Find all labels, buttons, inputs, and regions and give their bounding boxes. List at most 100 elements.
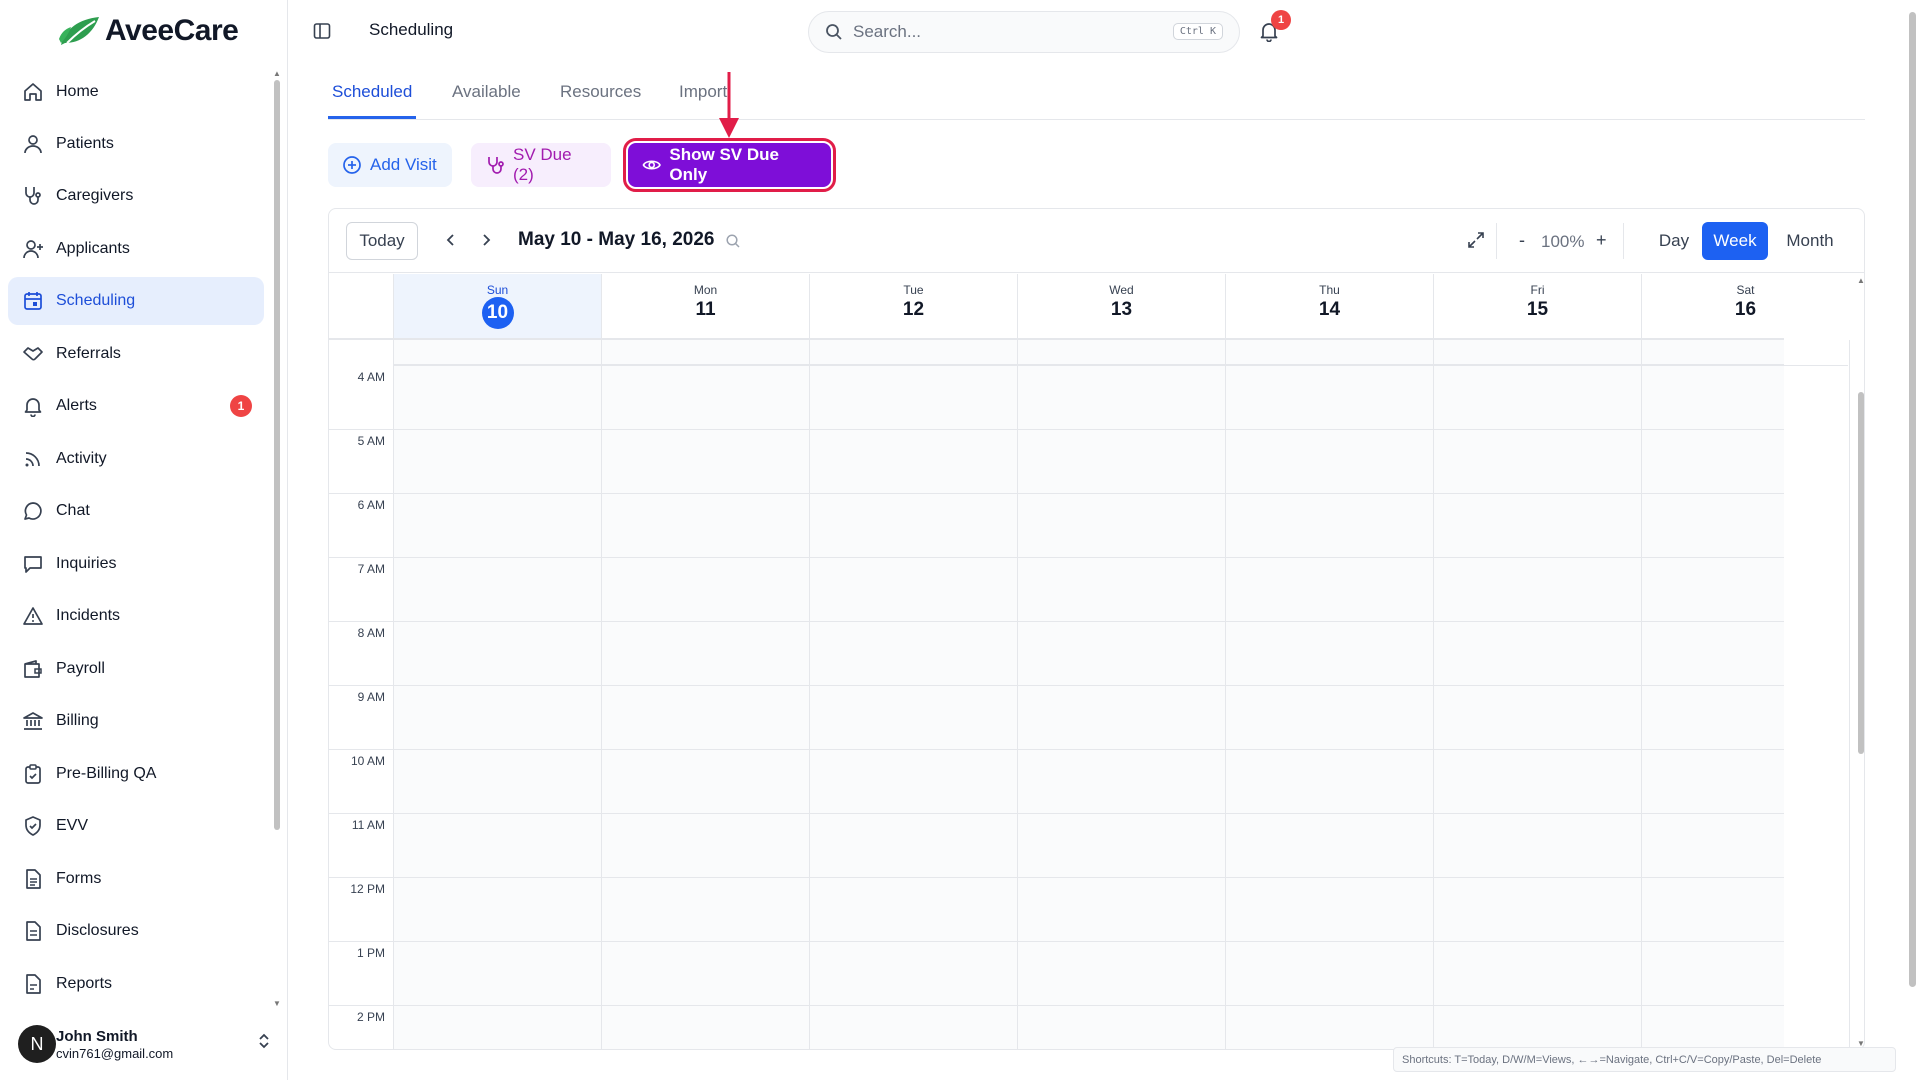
hour-row (329, 685, 1784, 686)
sidebar-toggle-icon[interactable] (313, 22, 331, 40)
sidebar-item-billing[interactable]: Billing (8, 697, 264, 745)
sidebar-item-inquiries[interactable]: Inquiries (8, 540, 264, 588)
day-header-thu[interactable]: Thu 14 (1225, 274, 1433, 338)
search-icon (826, 24, 842, 40)
day-number: 12 (902, 299, 925, 320)
view-week-button[interactable]: Week (1702, 222, 1768, 260)
sv-due-button[interactable]: SV Due (2) (471, 143, 611, 187)
rss-icon (22, 448, 44, 470)
day-column-divider (1433, 340, 1434, 1049)
show-sv-due-only-button[interactable]: Show SV Due Only (623, 138, 836, 192)
view-day-button[interactable]: Day (1645, 222, 1703, 260)
sidebar-item-payroll[interactable]: Payroll (8, 645, 264, 693)
day-name: Tue (903, 283, 924, 297)
hour-row (329, 941, 1784, 942)
sidebar-item-caregivers[interactable]: Caregivers (8, 172, 264, 220)
expand-icon[interactable] (1467, 231, 1485, 249)
day-header-wed[interactable]: Wed 13 (1017, 274, 1225, 338)
hour-label: 12 PM (350, 882, 385, 896)
sidebar-item-label: Inquiries (56, 555, 117, 572)
tab-available[interactable]: Available (452, 82, 521, 102)
sidebar-item-label: Patients (56, 135, 114, 152)
hour-label: 9 AM (357, 690, 385, 704)
arrow-down-annotation-icon (719, 72, 739, 138)
sidebar-item-scheduling[interactable]: Scheduling (8, 277, 264, 325)
sidebar-scroll-thumb[interactable] (274, 80, 280, 830)
hour-label: 5 AM (357, 434, 385, 448)
search-icon[interactable] (725, 233, 741, 249)
sidebar-scrollbar[interactable]: ▲ ▼ (273, 70, 281, 1010)
chevron-updown-icon[interactable] (258, 1032, 270, 1053)
search-placeholder: Search... (853, 22, 922, 41)
sidebar-item-pre-billing-qa[interactable]: Pre-Billing QA (8, 750, 264, 798)
user-info: John Smith cvin761@gmail.com (56, 1028, 173, 1061)
sidebar-item-disclosures[interactable]: Disclosures (8, 907, 264, 955)
scroll-up-icon[interactable]: ▲ (273, 70, 281, 78)
calendar-icon (22, 290, 44, 312)
sidebar-item-home[interactable]: Home (8, 68, 264, 116)
sidebar-item-forms[interactable]: Forms (8, 855, 264, 903)
day-name: Fri (1530, 283, 1545, 297)
shortcuts-hint: Shortcuts: T=Today, D/W/M=Views, ←→=Navi… (1393, 1047, 1896, 1072)
day-name: Sat (1736, 283, 1755, 297)
chevron-right-icon[interactable] (478, 231, 494, 249)
hour-label: 4 AM (357, 370, 385, 384)
day-header-fri[interactable]: Fri 15 (1433, 274, 1641, 338)
user-name: John Smith (56, 1027, 138, 1045)
tab-resources[interactable]: Resources (560, 82, 641, 102)
avatar: N (18, 1025, 56, 1063)
zoom-in-button[interactable]: + (1596, 230, 1607, 251)
sidebar-item-chat[interactable]: Chat (8, 487, 264, 535)
app-logo[interactable]: AveeCare (57, 14, 239, 48)
sidebar-item-reports[interactable]: Reports (8, 960, 264, 1008)
view-month-button[interactable]: Month (1776, 222, 1844, 260)
sidebar-item-alerts[interactable]: Alerts 1 (8, 382, 264, 430)
day-column-divider (1849, 340, 1850, 1049)
date-range-label: May 10 - May 16, 2026 (518, 229, 715, 250)
scroll-down-icon[interactable]: ▼ (273, 1000, 281, 1008)
hour-row (393, 365, 1848, 366)
hour-label: 6 AM (357, 498, 385, 512)
page-scrollbar[interactable] (1905, 0, 1920, 1080)
stethoscope-icon (488, 157, 504, 174)
page-scroll-thumb[interactable] (1909, 12, 1916, 987)
warning-icon (22, 605, 44, 627)
user-menu[interactable]: N John Smith cvin761@gmail.com (18, 1022, 274, 1066)
day-header-mon[interactable]: Mon 11 (601, 274, 809, 338)
sidebar-item-evv[interactable]: EVV (8, 802, 264, 850)
tab-scheduled[interactable]: Scheduled (332, 82, 412, 102)
day-number: 15 (1526, 299, 1549, 320)
hour-label: 1 PM (356, 946, 385, 960)
sidebar-item-applicants[interactable]: Applicants (8, 225, 264, 273)
sidebar-item-incidents[interactable]: Incidents (8, 592, 264, 640)
today-button[interactable]: Today (346, 222, 418, 260)
sidebar-item-label: Activity (56, 450, 107, 467)
add-visit-button[interactable]: Add Visit (328, 143, 452, 187)
calendar-scrollbar[interactable]: ▲ ▼ (1856, 274, 1864, 1049)
zoom-out-button[interactable]: - (1519, 230, 1525, 251)
scroll-up-icon[interactable]: ▲ (1857, 276, 1864, 285)
day-header-sat[interactable]: Sat 16 (1641, 274, 1849, 338)
sidebar-item-referrals[interactable]: Referrals (8, 330, 264, 378)
day-number: 16 (1734, 299, 1757, 320)
sidebar-item-activity[interactable]: Activity (8, 435, 264, 483)
calendar-scroll-thumb[interactable] (1858, 392, 1864, 754)
search-input[interactable]: Search... Ctrl K (808, 11, 1240, 53)
clipboard-check-icon (22, 763, 44, 785)
hour-label: 11 AM (351, 818, 385, 832)
day-header-tue[interactable]: Tue 12 (809, 274, 1017, 338)
page-title: Scheduling (369, 20, 454, 39)
hour-row (329, 1005, 1784, 1006)
toolbar-divider (1623, 223, 1624, 259)
sidebar-item-label: Billing (56, 712, 99, 729)
show-sv-due-label: Show SV Due Only (669, 145, 779, 184)
hour-row (329, 621, 1784, 622)
time-grid[interactable]: 4 AM 5 AM 6 AM 7 AM 8 AM 9 AM 10 AM 11 AM 12 PM 1… (329, 340, 1850, 1049)
toolbar-divider (1496, 223, 1497, 259)
sidebar-item-label: EVV (56, 817, 89, 834)
sidebar-item-label: Home (56, 83, 99, 100)
day-column-divider (601, 340, 602, 1049)
day-header-sun[interactable]: Sun 10 (393, 274, 601, 338)
chevron-left-icon[interactable] (443, 231, 459, 249)
sidebar-item-patients[interactable]: Patients (8, 120, 264, 168)
